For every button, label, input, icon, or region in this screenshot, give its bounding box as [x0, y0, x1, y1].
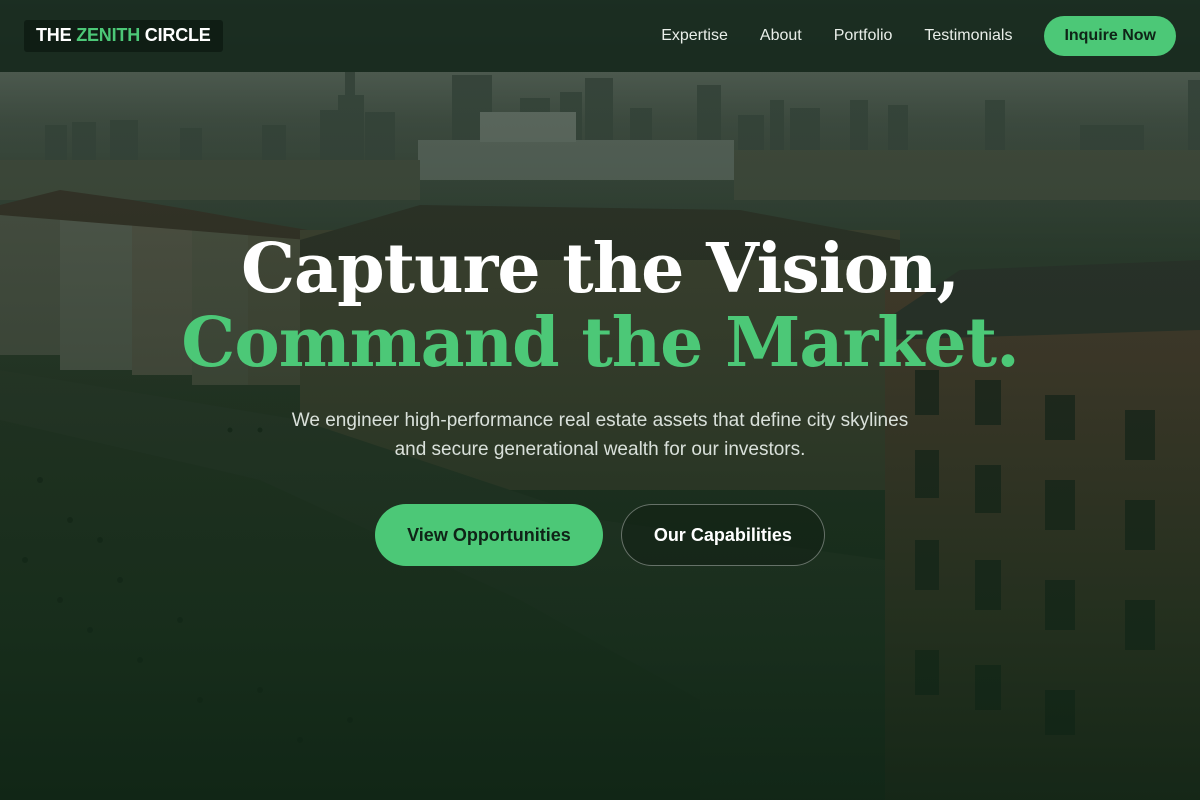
top-navigation-bar: THE ZENITH CIRCLE Expertise About Portfo…	[0, 0, 1200, 72]
logo-text-the: THE	[36, 25, 77, 45]
nav-link-about[interactable]: About	[760, 27, 802, 45]
hero-subtitle: We engineer high-performance real estate…	[291, 410, 909, 460]
nav-link-expertise[interactable]: Expertise	[661, 27, 728, 45]
nav-link-portfolio[interactable]: Portfolio	[834, 27, 893, 45]
logo-text-zenith: ZENITH	[76, 25, 140, 45]
logo-text-circle: CIRCLE	[140, 25, 211, 45]
our-capabilities-button[interactable]: Our Capabilities	[620, 504, 825, 566]
site-logo[interactable]: THE ZENITH CIRCLE	[24, 20, 223, 52]
hero-headline-line1: Capture the Vision,	[240, 229, 960, 309]
nav-link-testimonials[interactable]: Testimonials	[924, 27, 1012, 45]
hero-section: Capture the Vision, Command the Market. …	[0, 232, 1200, 566]
nav-links: Expertise About Portfolio Testimonials I…	[661, 16, 1176, 56]
hero-cta-row: View Opportunities Our Capabilities	[0, 504, 1200, 566]
hero-headline: Capture the Vision, Command the Market.	[0, 232, 1200, 380]
inquire-now-button[interactable]: Inquire Now	[1044, 16, 1176, 56]
view-opportunities-button[interactable]: View Opportunities	[375, 504, 603, 566]
hero-headline-line2: Command the Market.	[181, 303, 1020, 383]
